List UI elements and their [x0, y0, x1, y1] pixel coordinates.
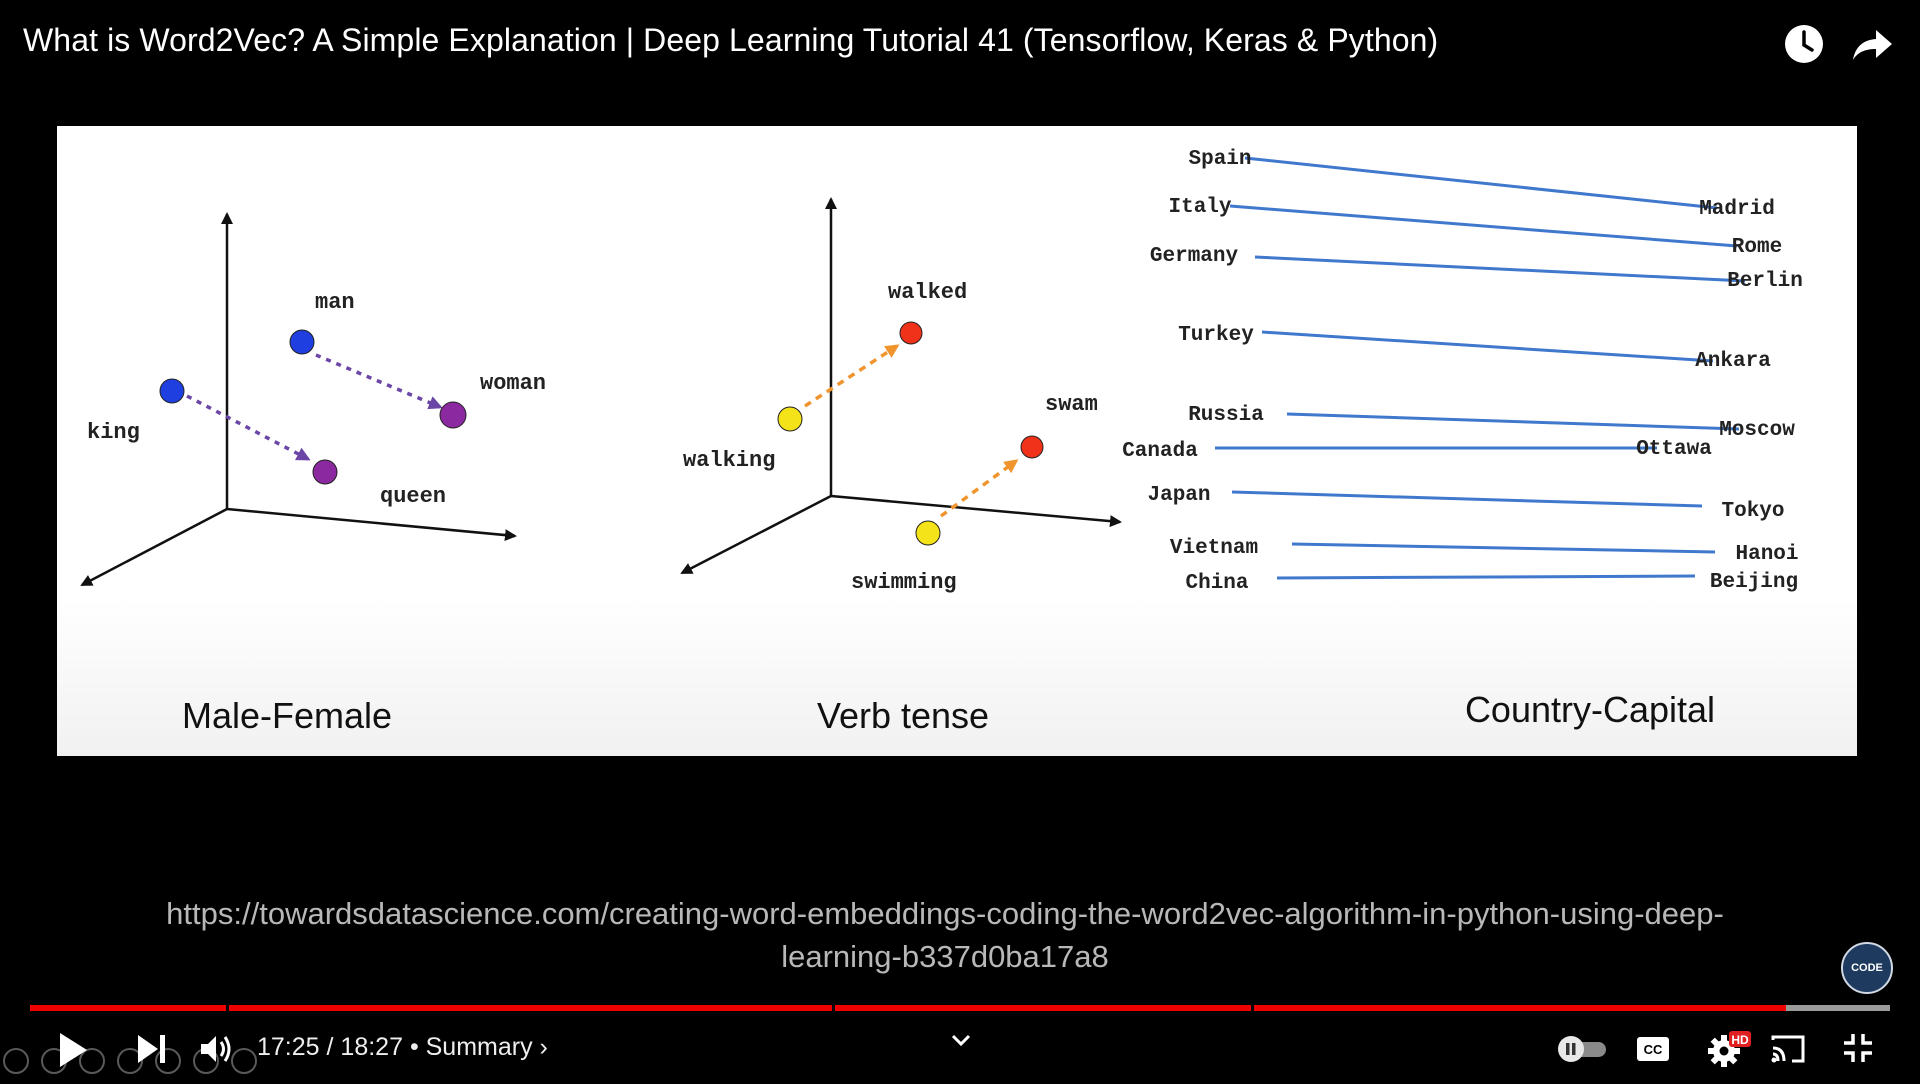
source-url-line[interactable]: https://towardsdatascience.com/creating-… — [60, 892, 1830, 935]
country-label: Canada — [1122, 440, 1198, 463]
queen-label: queen — [380, 484, 446, 509]
king-label: king — [87, 420, 140, 445]
country-label: Japan — [1147, 484, 1210, 507]
country-capital-link — [1254, 255, 1746, 283]
country-label: China — [1185, 572, 1248, 595]
male-female-panel: man woman king queen Male-Female — [80, 212, 546, 736]
capital-label: Moscow — [1719, 419, 1795, 442]
country-capital-link — [1291, 542, 1716, 554]
capital-label: Tokyo — [1721, 500, 1784, 523]
walking-dot — [777, 406, 803, 432]
capital-label: Ankara — [1695, 350, 1771, 373]
exit-fullscreen-icon[interactable] — [1842, 1032, 1874, 1069]
queen-dot — [312, 459, 338, 485]
captions-icon[interactable]: CC — [1636, 1036, 1670, 1067]
time-separator: / — [326, 1033, 334, 1061]
woman-dot — [439, 401, 467, 429]
capital-label: Ottawa — [1636, 438, 1712, 461]
axes — [80, 212, 517, 587]
hd-badge: HD — [1731, 1033, 1749, 1047]
swimming-swam-arrow — [939, 459, 1019, 518]
man-woman-arrow — [315, 353, 443, 410]
progress-segment-played[interactable] — [30, 1005, 227, 1011]
capital-label: Hanoi — [1735, 543, 1798, 566]
country-capital-link — [1261, 330, 1714, 363]
king-queen-arrow — [186, 394, 311, 461]
country-label: Germany — [1150, 245, 1239, 268]
verb-tense-panel: walked walking swam swimming Verb tense — [680, 197, 1122, 736]
video-title[interactable]: What is Word2Vec? A Simple Explanation |… — [23, 22, 1438, 59]
settings-icon[interactable]: HD — [1706, 1030, 1752, 1073]
total-time: 18:27 — [340, 1033, 403, 1061]
walking-walked-arrow — [804, 344, 900, 408]
country-capital-link — [1286, 412, 1740, 431]
player-controls: 17:25 / 18:27 • Summary › CC HD — [0, 1020, 1920, 1080]
slide-image: man woman king queen Male-Female walked … — [57, 126, 1857, 756]
man-label: man — [315, 290, 355, 315]
swimming-dot — [915, 520, 941, 546]
man-dot — [289, 329, 315, 355]
country-label: Russia — [1188, 404, 1264, 427]
capital-label: Beijing — [1710, 571, 1798, 594]
source-url-line[interactable]: learning-b337d0ba17a8 — [60, 935, 1830, 978]
capital-label: Rome — [1732, 236, 1782, 259]
chevron-down-icon[interactable] — [950, 1032, 972, 1053]
autoplay-toggle[interactable] — [1556, 1034, 1608, 1069]
axes — [680, 197, 1122, 575]
walked-dot — [899, 321, 923, 345]
panel-caption: Verb tense — [817, 695, 989, 736]
cast-icon[interactable] — [1770, 1034, 1806, 1069]
country-capital-link — [1276, 574, 1696, 580]
swam-label: swam — [1045, 392, 1098, 417]
progress-bar[interactable] — [30, 1005, 1890, 1011]
king-dot — [159, 378, 185, 404]
capital-label: Berlin — [1727, 270, 1803, 293]
captions-label: CC — [1644, 1042, 1663, 1057]
country-capital-link — [1229, 204, 1738, 248]
country-label: Turkey — [1178, 324, 1254, 347]
progress-segment-played[interactable] — [834, 1005, 1252, 1011]
source-url[interactable]: https://towardsdatascience.com/creating-… — [60, 892, 1830, 978]
watch-later-icon[interactable] — [1782, 22, 1826, 66]
swam-dot — [1020, 435, 1044, 459]
country-capital-panel: Country-Capital Spain Madrid Italy Rome Germ… — [1122, 148, 1803, 730]
current-time: 17:25 — [257, 1033, 320, 1061]
panel-caption: Male-Female — [182, 695, 392, 736]
woman-label: woman — [480, 371, 546, 396]
progress-segment-remaining[interactable] — [1785, 1005, 1890, 1011]
channel-watermark[interactable]: CODE — [1841, 942, 1893, 994]
walking-label: walking — [683, 448, 775, 473]
progress-segment-played[interactable] — [1254, 1005, 1786, 1011]
chapter-button[interactable]: • Summary › — [410, 1033, 548, 1061]
country-capital-link — [1244, 156, 1718, 210]
country-label: Vietnam — [1170, 537, 1258, 560]
progress-segment-played[interactable] — [229, 1005, 832, 1011]
country-capital-link — [1231, 490, 1703, 508]
share-icon[interactable] — [1850, 22, 1894, 66]
time-display: 17:25 / 18:27 • Summary › — [257, 1033, 548, 1062]
swimming-label: swimming — [851, 570, 957, 595]
country-label: Spain — [1188, 148, 1251, 171]
annotation-toolbar — [0, 1045, 260, 1084]
capital-label: Madrid — [1699, 198, 1775, 221]
walked-label: walked — [888, 280, 967, 305]
panel-caption: Country-Capital — [1465, 689, 1715, 730]
country-label: Italy — [1168, 196, 1231, 219]
